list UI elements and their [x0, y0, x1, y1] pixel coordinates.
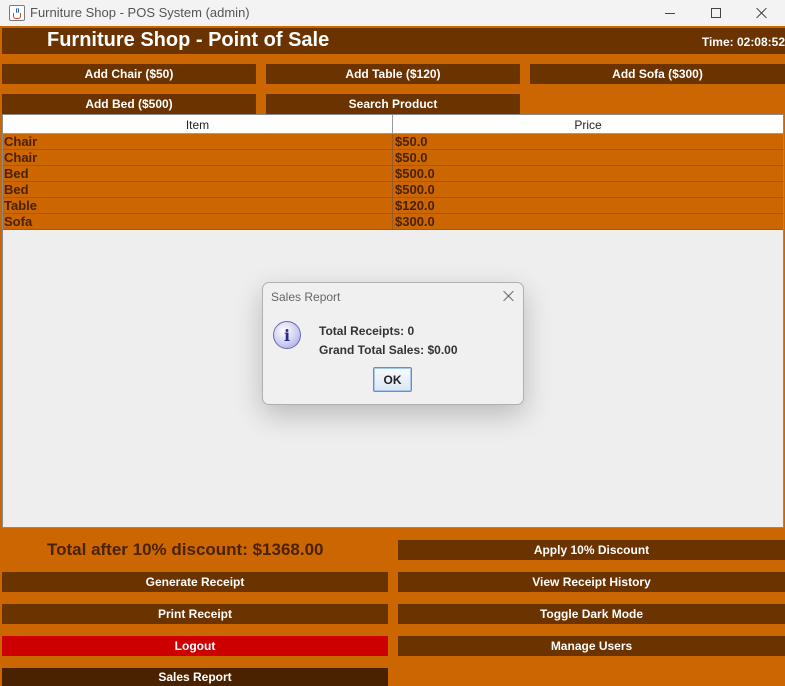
info-icon: i — [273, 321, 301, 349]
add-chair-button[interactable]: Add Chair ($50) — [2, 64, 256, 84]
cell-item: Chair — [3, 134, 393, 149]
clock-label: Time: 02:08:52 — [701, 35, 785, 49]
dialog-title: Sales Report — [271, 290, 341, 304]
cell-item: Table — [3, 198, 393, 213]
logout-button[interactable]: Logout — [2, 636, 388, 656]
table-header: Item Price — [3, 115, 783, 134]
maximize-icon — [711, 8, 721, 18]
table-body: Chair $50.0 Chair $50.0 Bed $500.0 Bed $500.… — [3, 134, 783, 230]
add-table-button[interactable]: Add Table ($120) — [266, 64, 520, 84]
print-receipt-button[interactable]: Print Receipt — [2, 604, 388, 624]
cell-price: $500.0 — [395, 166, 435, 181]
cell-price: $50.0 — [395, 134, 428, 149]
table-row[interactable]: Sofa $300.0 — [3, 214, 783, 230]
total-label: Total after 10% discount: $1368.00 — [47, 540, 324, 559]
grand-total-sales-text: Grand Total Sales: $0.00 — [319, 343, 458, 357]
cell-item: Sofa — [3, 214, 393, 229]
close-button[interactable] — [739, 0, 785, 26]
view-receipt-history-button[interactable]: View Receipt History — [398, 572, 785, 592]
sales-report-button[interactable]: Sales Report — [2, 668, 388, 686]
cell-item: Bed — [3, 166, 393, 181]
add-sofa-button[interactable]: Add Sofa ($300) — [530, 64, 785, 84]
cell-price: $300.0 — [395, 214, 435, 229]
window-titlebar: Furniture Shop - POS System (admin) — [0, 0, 785, 26]
table-row[interactable]: Bed $500.0 — [3, 182, 783, 198]
ok-button[interactable]: OK — [373, 367, 412, 392]
cell-price: $120.0 — [395, 198, 435, 213]
add-bed-button[interactable]: Add Bed ($500) — [2, 94, 256, 114]
apply-discount-button[interactable]: Apply 10% Discount — [398, 540, 785, 560]
header-bar: Furniture Shop - Point of Sale Time: 02:… — [2, 28, 785, 54]
column-header-price[interactable]: Price — [393, 115, 783, 134]
table-row[interactable]: Table $120.0 — [3, 198, 783, 214]
maximize-button[interactable] — [693, 0, 739, 26]
minimize-button[interactable] — [647, 0, 693, 26]
cell-price: $500.0 — [395, 182, 435, 197]
search-product-button[interactable]: Search Product — [266, 94, 520, 114]
total-receipts-text: Total Receipts: 0 — [319, 324, 415, 338]
generate-receipt-button[interactable]: Generate Receipt — [2, 572, 388, 592]
dialog-close-icon[interactable] — [503, 290, 515, 302]
java-cup-icon — [9, 5, 25, 21]
manage-users-button[interactable]: Manage Users — [398, 636, 785, 656]
table-row[interactable]: Chair $50.0 — [3, 134, 783, 150]
cell-item: Chair — [3, 150, 393, 165]
column-header-item[interactable]: Item — [3, 115, 393, 134]
cell-item: Bed — [3, 182, 393, 197]
sales-report-dialog: Sales Report i Total Receipts: 0 Grand T… — [262, 282, 524, 405]
page-title: Furniture Shop - Point of Sale — [47, 29, 330, 51]
window-title: Furniture Shop - POS System (admin) — [30, 5, 250, 20]
cell-price: $50.0 — [395, 150, 428, 165]
close-icon — [756, 7, 768, 19]
table-row[interactable]: Bed $500.0 — [3, 166, 783, 182]
toggle-dark-mode-button[interactable]: Toggle Dark Mode — [398, 604, 785, 624]
table-row[interactable]: Chair $50.0 — [3, 150, 783, 166]
minimize-icon — [665, 12, 675, 14]
